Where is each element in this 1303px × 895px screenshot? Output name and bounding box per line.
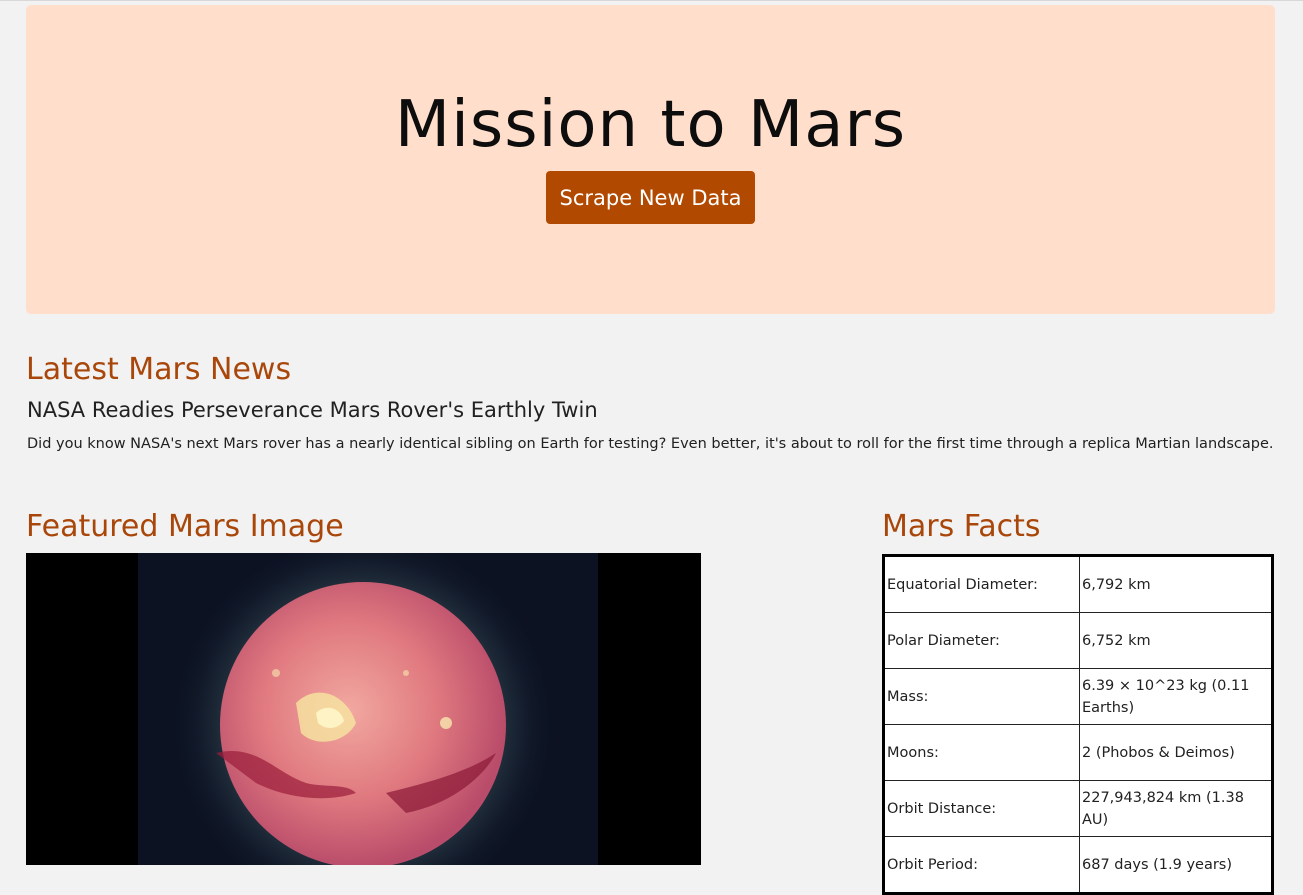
table-row: Polar Diameter: 6,752 km: [883, 612, 1273, 669]
mars-facts-heading: Mars Facts: [882, 509, 1041, 544]
fact-value: 227,943,824 km (1.38 AU): [1079, 780, 1273, 837]
table-row: Moons: 2 (Phobos & Deimos): [883, 724, 1273, 781]
fact-label: Orbit Period:: [883, 836, 1080, 894]
mars-facts-table: Equatorial Diameter: 6,792 km Polar Diam…: [882, 554, 1274, 895]
table-row: Equatorial Diameter: 6,792 km: [883, 555, 1273, 613]
news-paragraph: Did you know NASA's next Mars rover has …: [27, 436, 1274, 452]
table-row: Mass: 6.39 × 10^23 kg (0.11 Earths): [883, 668, 1273, 725]
fact-value: 6.39 × 10^23 kg (0.11 Earths): [1079, 668, 1273, 725]
latest-news-heading: Latest Mars News: [26, 352, 292, 387]
fact-label: Polar Diameter:: [883, 612, 1080, 669]
table-row: Orbit Period: 687 days (1.9 years): [883, 836, 1273, 894]
table-row: Orbit Distance: 227,943,824 km (1.38 AU): [883, 780, 1273, 837]
fact-label: Orbit Distance:: [883, 780, 1080, 837]
fact-value: 687 days (1.9 years): [1079, 836, 1273, 894]
fact-label: Moons:: [883, 724, 1080, 781]
news-title: NASA Readies Perseverance Mars Rover's E…: [27, 398, 598, 422]
featured-mars-image: [26, 553, 701, 865]
page-title: Mission to Mars: [394, 88, 907, 162]
fact-label: Mass:: [883, 668, 1080, 725]
featured-image-heading: Featured Mars Image: [26, 509, 344, 544]
fact-value: 6,792 km: [1079, 555, 1273, 613]
fact-value: 2 (Phobos & Deimos): [1079, 724, 1273, 781]
hero-banner: Mission to Mars Scrape New Data: [26, 5, 1275, 314]
fact-label: Equatorial Diameter:: [883, 555, 1080, 613]
page-top-border: [0, 0, 1303, 3]
scrape-new-data-button[interactable]: Scrape New Data: [546, 171, 755, 224]
fact-value: 6,752 km: [1079, 612, 1273, 669]
